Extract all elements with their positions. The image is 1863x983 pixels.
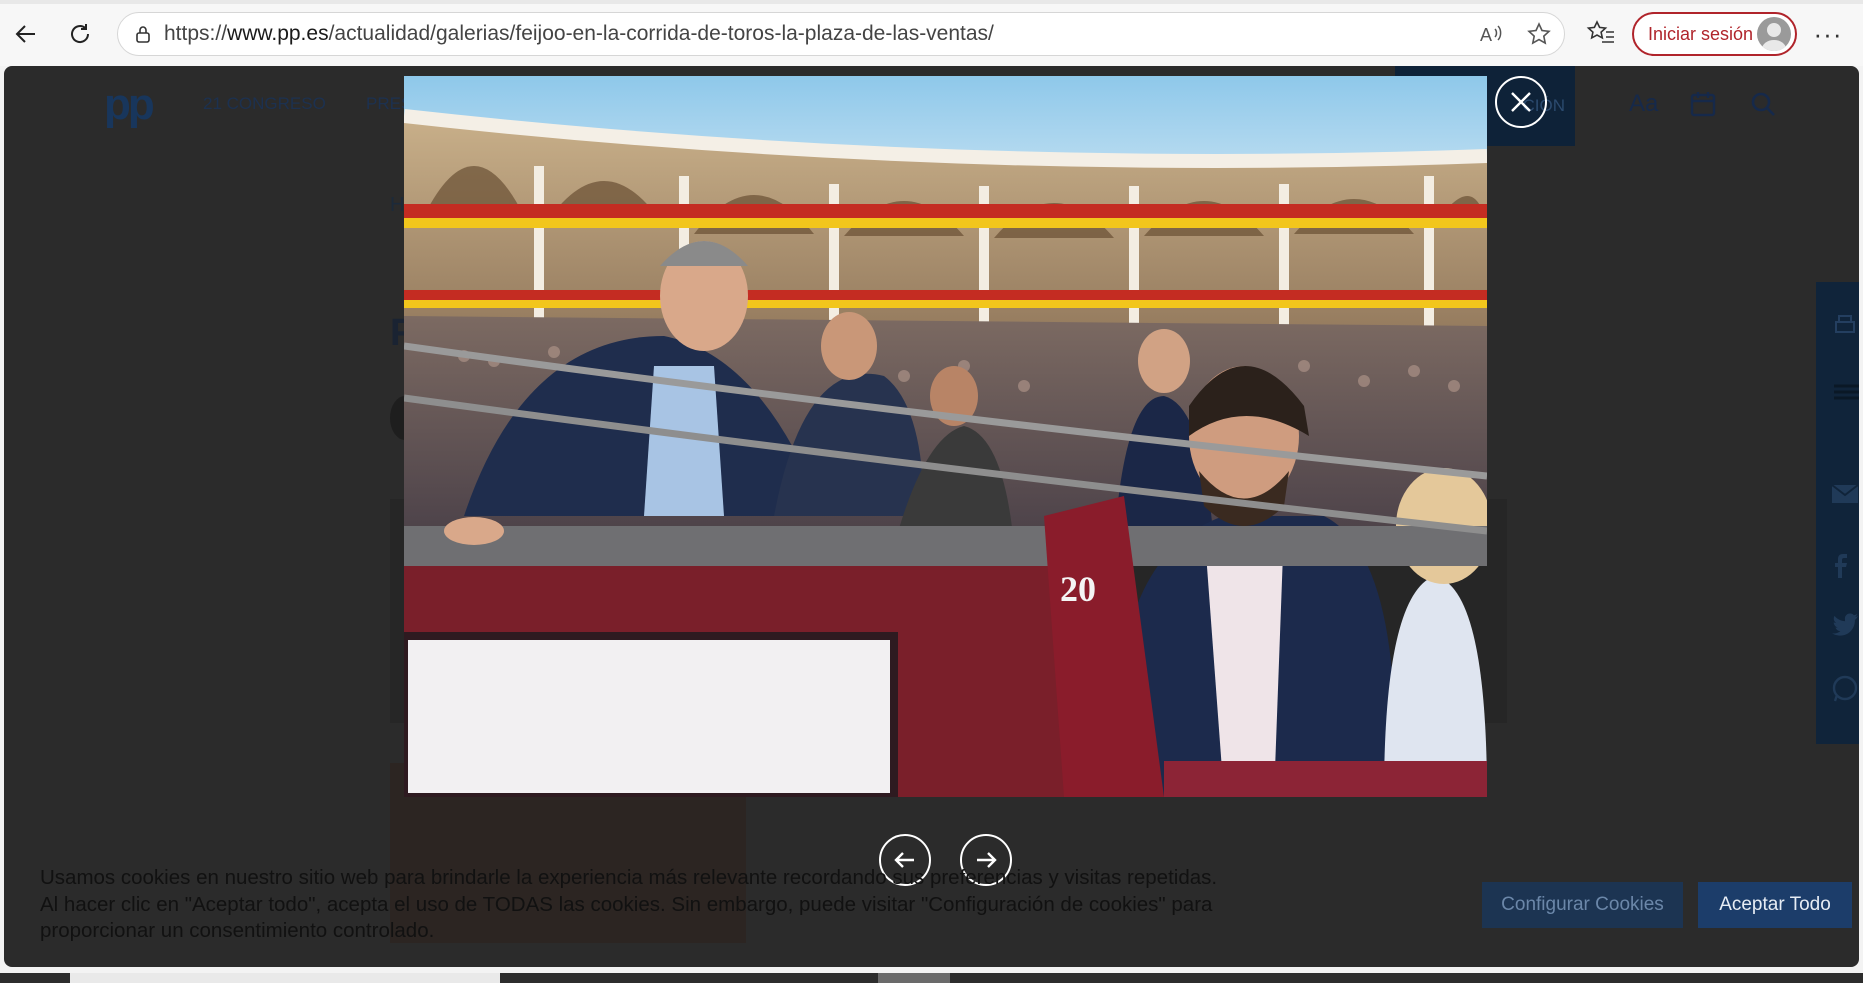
barrier-number: 20 xyxy=(1060,569,1096,609)
configure-cookies-button[interactable]: Configurar Cookies xyxy=(1482,882,1683,928)
favorite-star-icon[interactable] xyxy=(1524,19,1554,49)
refresh-icon xyxy=(71,24,90,43)
cookie-line-1: Usamos cookies en nuestro sitio web para… xyxy=(40,866,1218,889)
whatsapp-icon[interactable] xyxy=(1830,674,1859,704)
calendar-icon[interactable] xyxy=(1689,90,1717,125)
email-icon[interactable] xyxy=(1830,482,1859,512)
favorites-list-icon[interactable] xyxy=(1586,18,1618,50)
more-icon[interactable]: ··· xyxy=(1812,18,1844,50)
twitter-icon[interactable] xyxy=(1830,612,1859,642)
url-path: /actualidad/galerias/feijoo-en-la-corrid… xyxy=(328,22,994,45)
nav-link-congreso[interactable]: 21 CONGRESO xyxy=(203,94,326,114)
read-aloud-icon[interactable]: A xyxy=(1476,19,1506,49)
search-icon[interactable] xyxy=(1749,90,1777,125)
tab-strip-edge xyxy=(0,0,1863,4)
facebook-icon[interactable] xyxy=(1830,552,1859,582)
browser-toolbar: https://www.pp.es/actualidad/galerias/fe… xyxy=(0,0,1863,66)
back-icon xyxy=(15,25,35,43)
sign-in-button[interactable]: Iniciar sesión xyxy=(1632,12,1797,56)
accept-all-cookies-button[interactable]: Aceptar Todo xyxy=(1698,882,1852,928)
address-bar[interactable]: https://www.pp.es/actualidad/galerias/fe… xyxy=(117,12,1565,56)
close-icon xyxy=(1511,92,1531,112)
svg-text:A: A xyxy=(1480,25,1492,45)
cookie-notice-text: Usamos cookies en nuestro sitio web para… xyxy=(40,865,1330,945)
url-host: www.pp.es xyxy=(227,22,329,45)
lightbox-close-button[interactable] xyxy=(1495,76,1547,128)
lock-icon[interactable] xyxy=(132,23,154,45)
refresh-button[interactable] xyxy=(60,14,100,54)
profile-avatar-icon xyxy=(1757,17,1791,51)
list-icon[interactable] xyxy=(1832,382,1859,412)
print-icon[interactable] xyxy=(1830,312,1859,342)
bottom-edge xyxy=(0,973,1863,983)
cookie-line-3: proporcionar un consentimiento controlad… xyxy=(40,919,435,942)
share-sidebar xyxy=(1816,282,1859,744)
bottom-scroll-thumb[interactable] xyxy=(878,973,950,983)
sign-in-label: Iniciar sesión xyxy=(1648,23,1754,44)
bottom-edge-panel xyxy=(70,973,500,983)
gallery-lightbox-image: 20 xyxy=(404,76,1487,797)
url-prefix: https:// xyxy=(164,22,228,45)
back-button[interactable] xyxy=(6,14,46,54)
font-size-tool[interactable]: Aa xyxy=(1629,90,1658,118)
bullring-photo: 20 xyxy=(404,76,1487,797)
breadcrumb[interactable]: H xyxy=(390,194,404,217)
pp-logo[interactable]: pp xyxy=(104,80,155,130)
url-text[interactable]: https://www.pp.es/actualidad/galerias/fe… xyxy=(164,22,994,46)
cookie-line-2: Al hacer clic en "Aceptar todo", acepta … xyxy=(40,892,1213,916)
